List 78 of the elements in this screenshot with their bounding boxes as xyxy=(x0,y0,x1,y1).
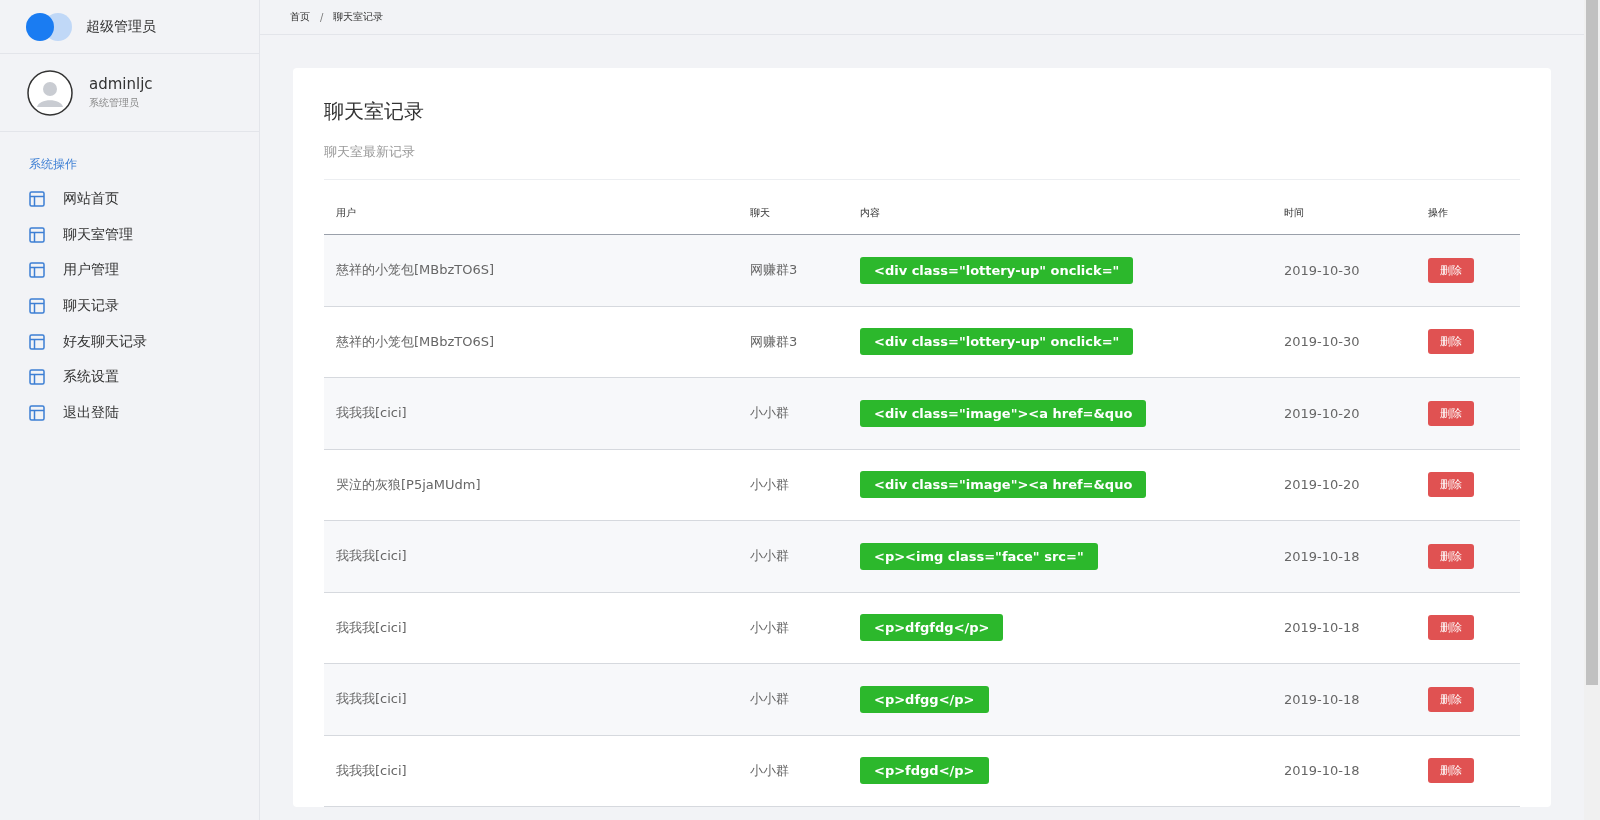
layout-icon xyxy=(29,404,45,421)
message-content-tag: <div class="lottery-up" onclick=" xyxy=(860,256,1134,284)
breadcrumb-link[interactable]: 首页 xyxy=(290,10,310,24)
menu-section-title: 系统操作 xyxy=(29,156,78,173)
table-cell: 哭泣的灰狼[P5jaMUdm] xyxy=(324,449,738,521)
table-cell: 2019-10-18 xyxy=(1272,735,1416,807)
menu-label: 聊天记录 xyxy=(63,296,119,315)
table-cell: 我我我[cici] xyxy=(324,735,738,807)
menu-label: 用户管理 xyxy=(63,261,119,280)
menu-label: 系统设置 xyxy=(63,368,119,387)
menu-label: 聊天室管理 xyxy=(63,225,133,244)
sidebar-item[interactable]: 聊天室管理 xyxy=(29,216,259,253)
delete-button[interactable]: 删除 xyxy=(1428,758,1474,784)
table-cell: 小小群 xyxy=(738,377,848,449)
sidebar-item[interactable]: 好友聊天记录 xyxy=(29,323,259,360)
delete-button[interactable]: 删除 xyxy=(1428,400,1474,426)
delete-button[interactable]: 删除 xyxy=(1428,472,1474,498)
table-cell: 慈祥的小笼包[MBbzTO6S] xyxy=(324,234,738,306)
delete-button[interactable]: 删除 xyxy=(1428,686,1474,712)
delete-button[interactable]: 删除 xyxy=(1428,543,1474,569)
layout-icon xyxy=(29,226,45,243)
sidebar-item[interactable]: 退出登陆 xyxy=(29,395,259,431)
sidebar-item[interactable]: 用户管理 xyxy=(29,252,259,289)
table-cell: 小小群 xyxy=(738,592,848,664)
table-cell: 慈祥的小笼包[MBbzTO6S] xyxy=(324,306,738,378)
layout-icon xyxy=(29,297,45,314)
table-cell: 我我我[cici] xyxy=(324,520,738,592)
avatar xyxy=(27,69,73,116)
table-cell: 小小群 xyxy=(738,520,848,592)
message-content-tag: <div class="image"><a href=&quo xyxy=(860,399,1147,427)
scrollbar[interactable] xyxy=(1584,0,1600,820)
table-cell: 网赚群3 xyxy=(738,234,848,306)
message-content-tag: <p>dfgg</p> xyxy=(860,685,989,713)
delete-button[interactable]: 删除 xyxy=(1428,257,1474,283)
message-content-tag: <p>fdgd</p> xyxy=(860,757,989,785)
table-cell: 我我我[cici] xyxy=(324,592,738,664)
delete-button[interactable]: 删除 xyxy=(1428,329,1474,355)
column-header: 时间 xyxy=(1272,206,1416,235)
table-cell: 2019-10-30 xyxy=(1272,306,1416,378)
logo-icon xyxy=(26,12,72,41)
table-cell: 我我我[cici] xyxy=(324,663,738,735)
column-header: 操作 xyxy=(1416,206,1520,235)
menu-label: 好友聊天记录 xyxy=(63,332,147,351)
table-cell: 小小群 xyxy=(738,663,848,735)
sidebar-item[interactable]: 系统设置 xyxy=(29,359,259,396)
brand-title: 超级管理员 xyxy=(86,17,156,36)
message-content-tag: <p>dfgfdg</p> xyxy=(860,614,1004,642)
card-subtitle: 聊天室最新记录 xyxy=(324,143,416,161)
message-content-tag: <div class="lottery-up" onclick=" xyxy=(860,328,1134,356)
breadcrumb-separator: / xyxy=(320,11,324,23)
layout-icon xyxy=(29,262,45,279)
layout-icon xyxy=(29,333,45,350)
delete-button[interactable]: 删除 xyxy=(1428,615,1474,641)
table-cell: 小小群 xyxy=(738,449,848,521)
sidebar-item[interactable]: 网站首页 xyxy=(29,181,259,217)
table-cell: 2019-10-20 xyxy=(1272,449,1416,521)
user-name: adminljc xyxy=(89,75,153,93)
table-cell: 2019-10-30 xyxy=(1272,234,1416,306)
layout-icon xyxy=(29,369,45,386)
column-header: 内容 xyxy=(848,206,1272,235)
message-content-tag: <div class="image"><a href=&quo xyxy=(860,471,1147,499)
sidebar-item[interactable]: 聊天记录 xyxy=(29,288,259,324)
menu-label: 退出登陆 xyxy=(63,403,119,422)
card-title: 聊天室记录 xyxy=(324,98,425,125)
column-header: 用户 xyxy=(324,206,738,235)
table-cell: 网赚群3 xyxy=(738,306,848,378)
breadcrumb-link[interactable]: 聊天室记录 xyxy=(333,10,384,24)
message-content-tag: <p><img class="face" src=" xyxy=(860,542,1098,570)
user-role: 系统管理员 xyxy=(89,96,140,110)
table-cell: 2019-10-18 xyxy=(1272,520,1416,592)
table-cell: 2019-10-20 xyxy=(1272,377,1416,449)
table-cell: 我我我[cici] xyxy=(324,377,738,449)
table-cell: 小小群 xyxy=(738,735,848,807)
table-cell: 2019-10-18 xyxy=(1272,663,1416,735)
table-cell: 2019-10-18 xyxy=(1272,592,1416,664)
layout-icon xyxy=(29,190,45,207)
menu-label: 网站首页 xyxy=(63,189,119,208)
column-header: 聊天 xyxy=(738,206,848,235)
